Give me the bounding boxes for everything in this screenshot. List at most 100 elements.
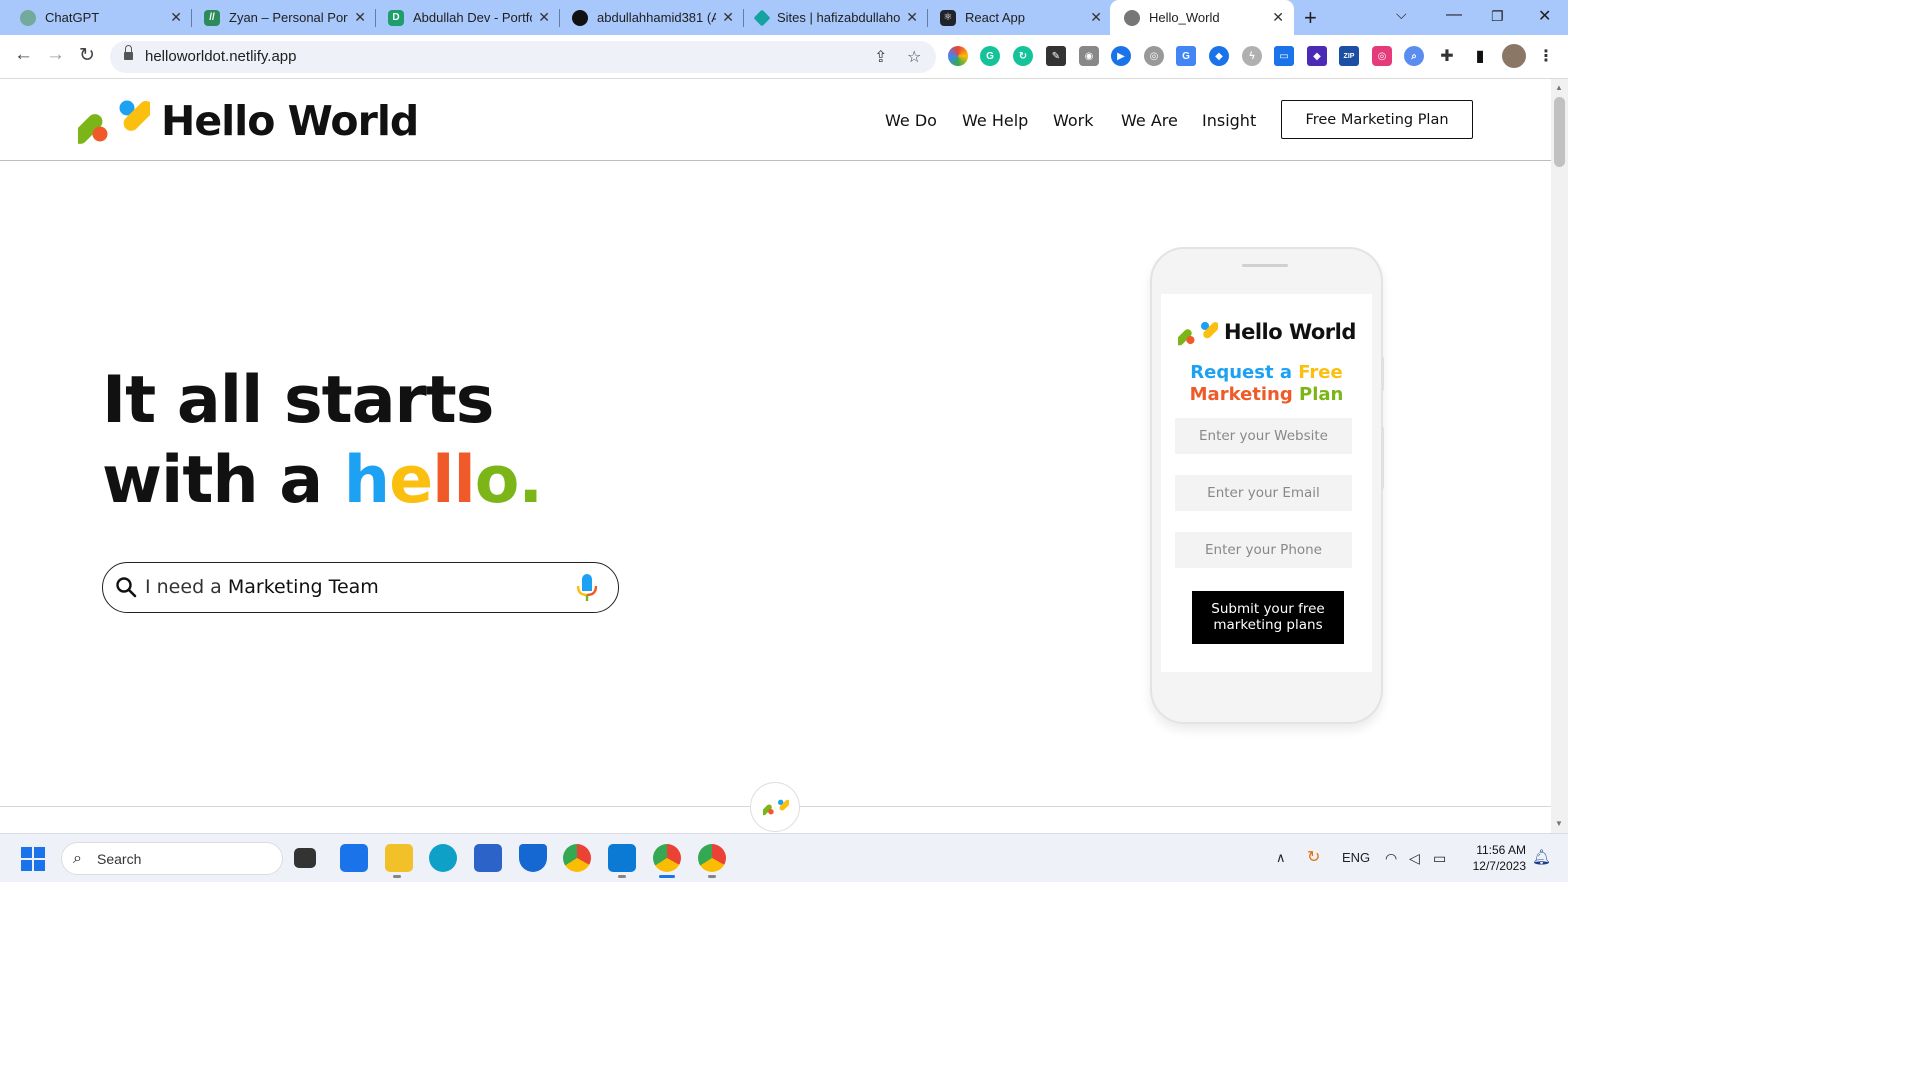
scrollbar-thumb[interactable]: [1554, 97, 1565, 167]
edge-icon[interactable]: [429, 844, 457, 872]
hello-world-logo-icon[interactable]: [78, 97, 150, 145]
search-extension-icon[interactable]: ⌕: [1404, 46, 1424, 66]
bolt-extension-icon[interactable]: ϟ: [1242, 46, 1262, 66]
website-field[interactable]: Enter your Website: [1175, 418, 1352, 454]
microphone-icon[interactable]: [575, 573, 599, 603]
close-tab-icon[interactable]: ✕: [1272, 9, 1284, 26]
grammarly-extension-icon[interactable]: G: [980, 46, 1000, 66]
defender-shield-icon[interactable]: [519, 844, 547, 872]
tab-abdullah-dev[interactable]: D Abdullah Dev - Portfo ✕: [368, 0, 560, 35]
tab-github[interactable]: abdullahhamid381 (A ✕: [552, 0, 744, 35]
chrome-icon[interactable]: [563, 844, 591, 872]
color-picker-extension-icon[interactable]: [948, 46, 968, 66]
browser-toolbar: ← → ↻ helloworldot.netlify.app ⇪ ☆ G ↻ ✎…: [0, 35, 1568, 79]
scroll-up-icon[interactable]: ▲: [1555, 83, 1563, 92]
windows-taskbar: ⌕ Search ∧ ↻ ENG ◠ ◁ ▭ 11:56 AM 12/7/202…: [0, 833, 1568, 882]
zip-extension-icon[interactable]: ZIP: [1339, 46, 1359, 66]
graduation-extension-icon[interactable]: ◆: [1307, 46, 1327, 66]
search-prefix: I need a: [145, 576, 228, 598]
bookmark-star-icon[interactable]: ☆: [907, 47, 921, 67]
back-icon[interactable]: ←: [14, 44, 33, 66]
hero-search-input[interactable]: I need a Marketing Team: [102, 562, 619, 613]
tab-netlify-sites[interactable]: Sites | hafizabdullaho ✕: [736, 0, 928, 35]
close-tab-icon[interactable]: ✕: [1090, 9, 1102, 26]
submit-marketing-plan-button[interactable]: Submit your free marketing plans: [1192, 591, 1344, 644]
nav-we-are[interactable]: We Are: [1121, 111, 1178, 130]
eyedropper-extension-icon[interactable]: ✎: [1046, 46, 1066, 66]
show-hidden-icons-chevron[interactable]: ∧: [1276, 850, 1286, 866]
screen-extension-icon[interactable]: ▭: [1274, 46, 1294, 66]
search-icon: ⌕: [73, 850, 82, 867]
refresh-extension-icon[interactable]: ↻: [1013, 46, 1033, 66]
drop-extension-icon[interactable]: ◆: [1209, 46, 1229, 66]
system-clock[interactable]: 11:56 AM 12/7/2023: [1466, 842, 1526, 874]
notifications-bell-icon[interactable]: 🔔︎: [1532, 848, 1551, 866]
taskbar-search-input[interactable]: ⌕ Search: [61, 842, 283, 875]
nav-work[interactable]: Work: [1053, 111, 1094, 130]
close-tab-icon[interactable]: ✕: [538, 9, 550, 26]
language-indicator[interactable]: ENG: [1342, 850, 1370, 865]
translate-extension-icon[interactable]: G: [1176, 46, 1196, 66]
video-extension-icon[interactable]: ▶: [1111, 46, 1131, 66]
web-page: Hello World We Do We Help Work We Are In…: [0, 79, 1551, 833]
browser-tab-bar: ChatGPT ✕ // Zyan – Personal Portf ✕ D A…: [0, 0, 1568, 35]
nav-we-help[interactable]: We Help: [962, 111, 1028, 130]
search-value: Marketing Team: [227, 576, 379, 598]
close-window-icon[interactable]: ✕: [1538, 6, 1551, 26]
floating-logo-button[interactable]: [750, 782, 800, 832]
close-tab-icon[interactable]: ✕: [722, 9, 734, 26]
pink-extension-icon[interactable]: ◎: [1372, 46, 1392, 66]
browser-menu-icon[interactable]: ⋮: [1536, 46, 1556, 66]
phone-mockup: Hello World Request a Free Marketing Pla…: [1150, 247, 1384, 724]
close-tab-icon[interactable]: ✕: [906, 9, 918, 26]
task-view-icon[interactable]: [294, 848, 316, 868]
sync-icon[interactable]: ↻: [1307, 847, 1320, 867]
tab-zyan[interactable]: // Zyan – Personal Portf ✕: [184, 0, 376, 35]
share-icon[interactable]: ⇪: [874, 47, 887, 67]
extensions-puzzle-icon[interactable]: ✚: [1437, 46, 1457, 66]
battery-icon[interactable]: ▭: [1433, 850, 1446, 867]
form-brand-name: Hello World: [1224, 320, 1356, 344]
site-header: Hello World We Do We Help Work We Are In…: [0, 79, 1551, 161]
nav-we-do[interactable]: We Do: [885, 111, 937, 130]
site-brand-name[interactable]: Hello World: [161, 97, 419, 145]
hero-headline: It all starts with a hello.: [102, 361, 543, 521]
tab-hello-world[interactable]: Hello_World ✕: [1110, 0, 1294, 35]
minimize-icon[interactable]: —: [1446, 6, 1462, 24]
reload-icon[interactable]: ↻: [79, 44, 95, 67]
globe-extension-icon[interactable]: ◎: [1144, 46, 1164, 66]
widgets-icon[interactable]: [340, 844, 368, 872]
close-tab-icon[interactable]: ✕: [354, 9, 366, 26]
search-icon: [116, 577, 137, 598]
page-scrollbar[interactable]: ▲ ▼: [1551, 79, 1568, 833]
form-title-line-1: Request a Free: [1190, 362, 1343, 383]
tab-react-app[interactable]: ⚛ React App ✕: [920, 0, 1112, 35]
forward-icon[interactable]: →: [46, 44, 65, 66]
camera-extension-icon[interactable]: ◉: [1079, 46, 1099, 66]
restore-icon[interactable]: ❐: [1491, 8, 1504, 25]
scroll-down-icon[interactable]: ▼: [1555, 819, 1563, 828]
vscode-icon[interactable]: [608, 844, 636, 872]
phone-field[interactable]: Enter your Phone: [1175, 532, 1352, 568]
phone-speaker: [1242, 264, 1288, 267]
new-tab-button[interactable]: +: [1304, 5, 1317, 31]
nav-insight[interactable]: Insight: [1202, 111, 1256, 130]
tab-chatgpt[interactable]: ChatGPT ✕: [0, 0, 192, 35]
chrome-profile-icon[interactable]: [653, 844, 681, 872]
windows-start-icon[interactable]: [21, 847, 45, 871]
headline-line-2: with a hello.: [102, 443, 543, 518]
lock-icon: [124, 45, 133, 62]
store-icon[interactable]: [474, 844, 502, 872]
file-explorer-icon[interactable]: [385, 844, 413, 872]
chrome-secondary-icon[interactable]: [698, 844, 726, 872]
profile-avatar[interactable]: [1502, 44, 1526, 68]
close-tab-icon[interactable]: ✕: [170, 9, 182, 26]
address-bar[interactable]: helloworldot.netlify.app ⇪ ☆: [110, 41, 936, 73]
wifi-icon[interactable]: ◠: [1385, 850, 1397, 867]
email-field[interactable]: Enter your Email: [1175, 475, 1352, 511]
volume-icon[interactable]: ◁: [1409, 850, 1420, 867]
form-title-line-2: Marketing Plan: [1189, 384, 1344, 405]
free-marketing-plan-button[interactable]: Free Marketing Plan: [1281, 100, 1473, 139]
side-panel-icon[interactable]: ▮: [1470, 46, 1490, 66]
tab-search-chevron-icon[interactable]: ⌵: [1396, 6, 1407, 23]
